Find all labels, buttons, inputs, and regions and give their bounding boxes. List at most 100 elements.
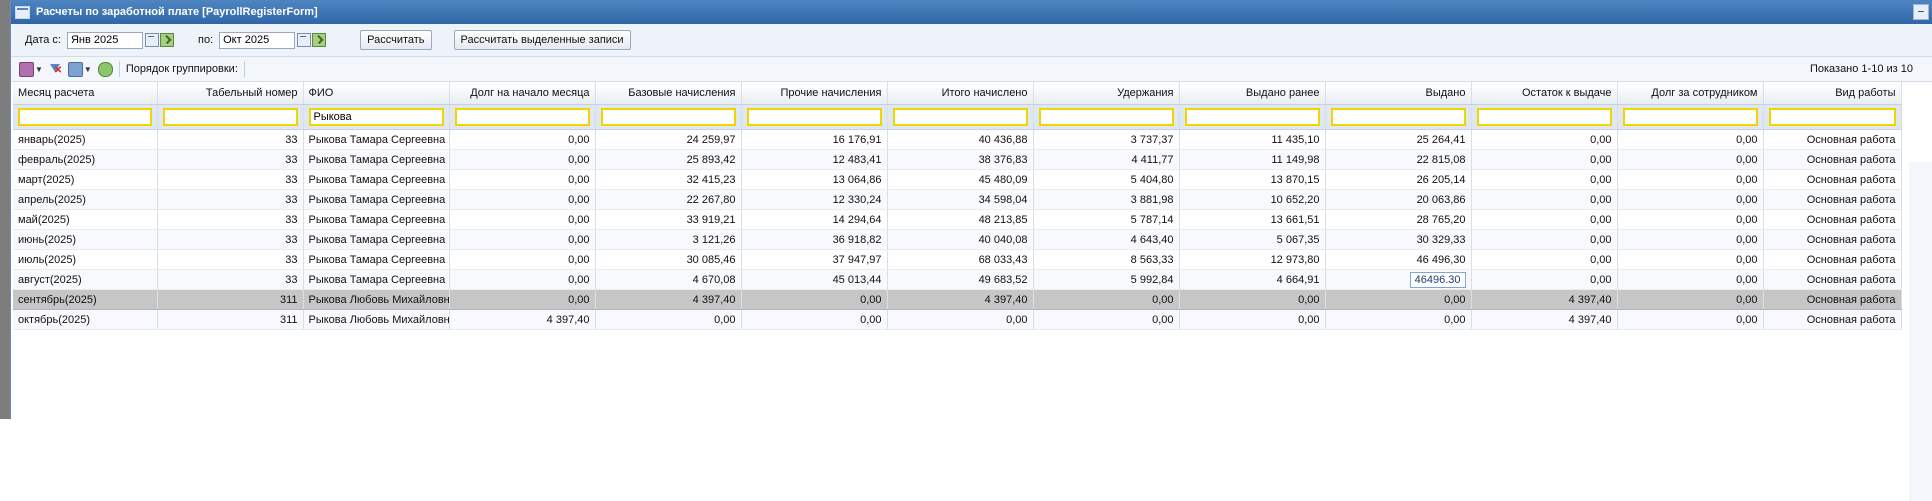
table-row[interactable]: апрель(2025) 33 Рыкова Тамара Сергеевна 0,0… — [13, 189, 1902, 210]
table-cell[interactable]: Рыкова Любовь Михайловна — [303, 309, 450, 330]
table-cell[interactable]: 3 737,37 — [1033, 129, 1180, 150]
table-cell[interactable]: 32 415,23 — [595, 169, 742, 190]
table-cell[interactable]: Основная работа — [1763, 269, 1902, 290]
table-cell[interactable]: 45 480,09 — [887, 169, 1034, 190]
table-cell[interactable]: Рыкова Тамара Сергеевна — [303, 269, 450, 290]
table-cell[interactable]: Рыкова Тамара Сергеевна — [303, 129, 450, 150]
table-cell[interactable]: 0,00 — [1617, 129, 1764, 150]
table-cell[interactable]: 8 563,33 — [1033, 249, 1180, 270]
table-cell[interactable]: 0,00 — [1325, 309, 1472, 330]
table-cell[interactable]: 33 — [157, 149, 304, 170]
vertical-scrollbar[interactable] — [1909, 162, 1932, 501]
table-cell[interactable]: 0,00 — [1471, 209, 1618, 230]
table-cell[interactable]: 0,00 — [449, 169, 596, 190]
table-cell[interactable]: Рыкова Тамара Сергеевна — [303, 249, 450, 270]
table-cell[interactable]: Рыкова Тамара Сергеевна — [303, 149, 450, 170]
table-cell[interactable]: 3 881,98 — [1033, 189, 1180, 210]
table-cell[interactable]: 33 — [157, 249, 304, 270]
filter-input[interactable] — [746, 108, 882, 126]
table-cell[interactable]: 49 683,52 — [887, 269, 1034, 290]
table-cell[interactable]: 36 918,82 — [741, 229, 888, 250]
table-cell[interactable]: 30 329,33 — [1325, 229, 1472, 250]
table-cell[interactable]: 0,00 — [1471, 269, 1618, 290]
table-cell[interactable]: 10 652,20 — [1179, 189, 1326, 210]
calendar-icon[interactable] — [297, 33, 312, 47]
table-row[interactable]: август(2025) 33 Рыкова Тамара Сергеевна 0,0… — [13, 269, 1902, 290]
table-cell[interactable]: 0,00 — [449, 149, 596, 170]
filter-input[interactable] — [454, 108, 590, 126]
column-header[interactable]: Выдано — [1325, 82, 1472, 105]
table-cell[interactable]: 0,00 — [1033, 309, 1180, 330]
table-cell[interactable]: 40 040,08 — [887, 229, 1034, 250]
table-cell[interactable]: 33 — [157, 129, 304, 150]
table-cell[interactable]: 3 121,26 — [595, 229, 742, 250]
minimize-icon[interactable]: ‒ — [1913, 4, 1929, 20]
table-cell[interactable]: Рыкова Тамара Сергеевна — [303, 169, 450, 190]
filter-input[interactable] — [1476, 108, 1612, 126]
column-header[interactable]: Базовые начисления — [595, 82, 742, 105]
table-cell[interactable]: 0,00 — [1617, 189, 1764, 210]
calculate-selected-button[interactable]: Рассчитать выделенные записи — [453, 30, 631, 50]
filter-input[interactable] — [1622, 108, 1758, 126]
table-cell[interactable]: Основная работа — [1763, 149, 1902, 170]
table-cell[interactable]: 20 063,86 — [1325, 189, 1472, 210]
table-cell[interactable]: Основная работа — [1763, 249, 1902, 270]
table-cell[interactable]: 12 330,24 — [741, 189, 888, 210]
table-cell[interactable]: Рыкова Тамара Сергеевна — [303, 189, 450, 210]
table-cell[interactable]: 0,00 — [1617, 149, 1764, 170]
table-row[interactable]: сентябрь(2025) 311 Рыкова Любовь Михайловн… — [13, 289, 1902, 310]
table-cell[interactable]: 0,00 — [1471, 149, 1618, 170]
table-cell[interactable]: октябрь(2025) — [13, 309, 158, 330]
table-cell[interactable]: 4 397,40 — [1471, 289, 1618, 310]
column-header[interactable]: ФИО — [303, 82, 450, 105]
filter-input[interactable] — [892, 108, 1028, 126]
table-cell[interactable]: Основная работа — [1763, 189, 1902, 210]
table-cell[interactable]: 11 435,10 — [1179, 129, 1326, 150]
table-cell[interactable]: 311 — [157, 289, 304, 310]
table-cell[interactable]: 4 397,40 — [1471, 309, 1618, 330]
table-cell[interactable]: 22 267,80 — [595, 189, 742, 210]
table-row[interactable]: март(2025) 33 Рыкова Тамара Сергеевна 0,00 3… — [13, 169, 1902, 190]
filter-input[interactable] — [308, 108, 444, 126]
table-cell[interactable]: январь(2025) — [13, 129, 158, 150]
chevron-down-icon[interactable]: ▼ — [84, 65, 92, 74]
table-cell[interactable]: 16 176,91 — [741, 129, 888, 150]
table-cell[interactable]: 0,00 — [449, 229, 596, 250]
table-cell[interactable]: 4 643,40 — [1033, 229, 1180, 250]
table-cell[interactable]: август(2025) — [13, 269, 158, 290]
table-cell[interactable]: 4 670,08 — [595, 269, 742, 290]
calculate-button[interactable]: Рассчитать — [360, 30, 432, 50]
table-row[interactable]: октябрь(2025) 311 Рыкова Любовь Михайловна… — [13, 309, 1902, 330]
table-cell[interactable]: 30 085,46 — [595, 249, 742, 270]
table-cell[interactable]: 11 149,98 — [1179, 149, 1326, 170]
table-row[interactable]: июль(2025) 33 Рыкова Тамара Сергеевна 0,00 3… — [13, 249, 1902, 270]
table-cell[interactable]: 0,00 — [741, 289, 888, 310]
table-cell[interactable]: июнь(2025) — [13, 229, 158, 250]
table-cell[interactable]: 14 294,64 — [741, 209, 888, 230]
table-cell[interactable]: 0,00 — [595, 309, 742, 330]
cell-editor-input[interactable]: 46496.30 — [1409, 271, 1466, 288]
column-header[interactable]: Вид работы — [1763, 82, 1902, 105]
table-row[interactable]: февраль(2025) 33 Рыкова Тамара Сергеевна 0,… — [13, 149, 1902, 170]
table-cell[interactable]: 5 787,14 — [1033, 209, 1180, 230]
table-cell[interactable]: 13 661,51 — [1179, 209, 1326, 230]
chevron-down-icon[interactable]: ▼ — [35, 65, 43, 74]
filter-input[interactable] — [1330, 108, 1466, 126]
table-cell[interactable]: 12 973,80 — [1179, 249, 1326, 270]
table-cell[interactable]: 0,00 — [1617, 269, 1764, 290]
apply-date-icon[interactable] — [312, 33, 327, 47]
table-cell[interactable]: 38 376,83 — [887, 149, 1034, 170]
table-cell[interactable]: 34 598,04 — [887, 189, 1034, 210]
table-cell[interactable]: 0,00 — [449, 269, 596, 290]
filter-input[interactable] — [600, 108, 736, 126]
table-cell[interactable]: 5 067,35 — [1179, 229, 1326, 250]
table-row[interactable]: июнь(2025) 33 Рыкова Тамара Сергеевна 0,00 3… — [13, 229, 1902, 250]
filter-input[interactable] — [1768, 108, 1896, 126]
table-cell[interactable]: Основная работа — [1763, 209, 1902, 230]
table-cell[interactable]: 0,00 — [1325, 289, 1472, 310]
table-cell[interactable]: 0,00 — [1471, 249, 1618, 270]
table-cell[interactable]: 0,00 — [449, 129, 596, 150]
table-cell[interactable]: Основная работа — [1763, 129, 1902, 150]
table-cell[interactable]: 311 — [157, 309, 304, 330]
table-cell[interactable]: 0,00 — [1617, 309, 1764, 330]
